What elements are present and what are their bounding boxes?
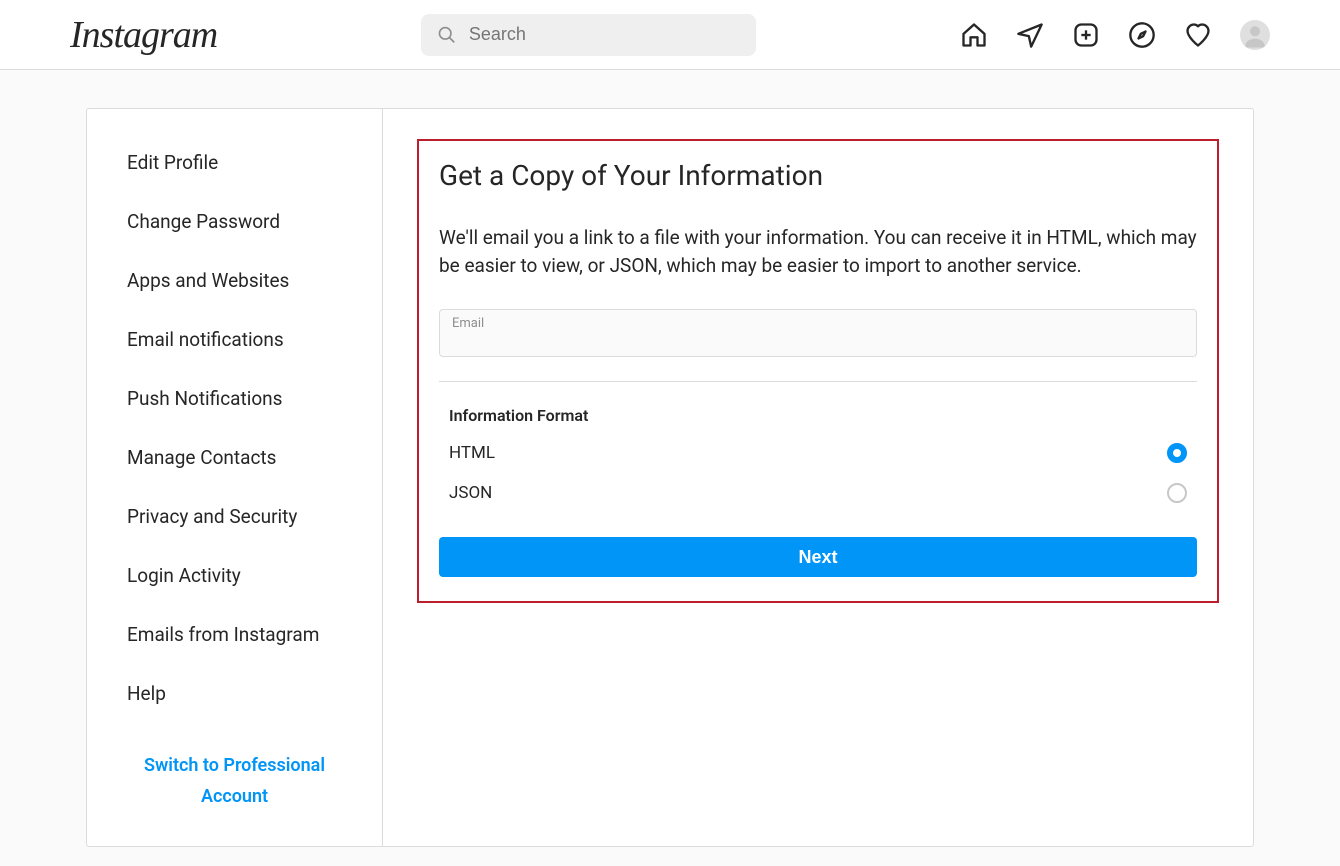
sidebar-item-change-password[interactable]: Change Password [87,192,382,251]
format-option-json[interactable]: JSON [449,483,1187,503]
search-box[interactable] [421,14,756,56]
top-navbar: Instagram [0,0,1340,70]
format-label-html: HTML [449,443,495,463]
radio-json[interactable] [1167,483,1187,503]
instagram-logo[interactable]: Instagram [70,13,217,57]
sidebar-item-emails-instagram[interactable]: Emails from Instagram [87,605,382,664]
format-option-html[interactable]: HTML [449,443,1187,463]
search-icon [437,24,457,46]
page-title: Get a Copy of Your Information [439,159,1197,192]
sidebar-item-privacy-security[interactable]: Privacy and Security [87,487,382,546]
new-post-icon[interactable] [1072,21,1100,49]
email-label: Email [452,316,1184,331]
search-wrap [217,14,960,56]
divider [439,381,1197,382]
settings-sidebar: Edit Profile Change Password Apps and We… [87,109,383,846]
switch-professional-link[interactable]: Switch to Professional Account [87,723,382,822]
format-label-json: JSON [449,483,492,503]
settings-container: Edit Profile Change Password Apps and We… [86,108,1254,847]
search-input[interactable] [469,24,740,45]
sidebar-item-edit-profile[interactable]: Edit Profile [87,133,382,192]
radio-html[interactable] [1167,443,1187,463]
explore-icon[interactable] [1128,21,1156,49]
description-text: We'll email you a link to a file with yo… [439,224,1197,279]
next-button[interactable]: Next [439,537,1197,577]
sidebar-item-apps-websites[interactable]: Apps and Websites [87,251,382,310]
sidebar-item-email-notifications[interactable]: Email notifications [87,310,382,369]
main-content: Get a Copy of Your Information We'll ema… [383,109,1253,846]
sidebar-item-manage-contacts[interactable]: Manage Contacts [87,428,382,487]
sidebar-item-push-notifications[interactable]: Push Notifications [87,369,382,428]
email-field[interactable]: Email [439,309,1197,357]
messages-icon[interactable] [1016,21,1044,49]
sidebar-item-help[interactable]: Help [87,664,382,723]
profile-avatar[interactable] [1240,20,1270,50]
download-data-panel: Get a Copy of Your Information We'll ema… [417,139,1219,603]
activity-icon[interactable] [1184,21,1212,49]
sidebar-item-login-activity[interactable]: Login Activity [87,546,382,605]
home-icon[interactable] [960,21,988,49]
format-heading: Information Format [449,406,1187,425]
nav-icons [960,20,1270,50]
